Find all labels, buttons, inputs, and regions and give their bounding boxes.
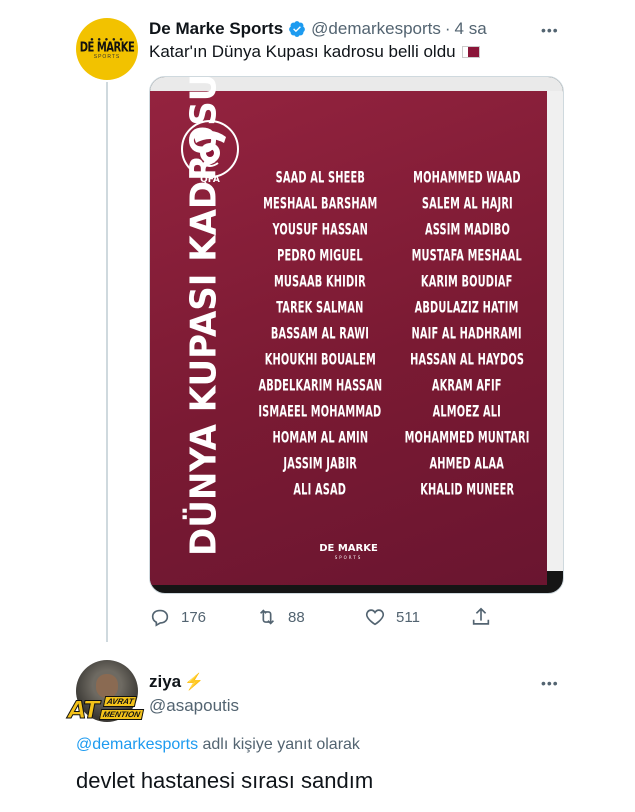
reply-mention-link[interactable]: @demarkesports	[76, 736, 198, 753]
poster-logo: DE MARKE SPORTS	[150, 543, 547, 560]
tweet-media-image[interactable]: QFA DÜNYA KUPASI KADROSU SAAD AL SHEEB M…	[149, 76, 564, 594]
player-name: ALI ASAD	[293, 480, 347, 500]
header-separator: ·	[444, 19, 451, 38]
reply-to-suffix: adlı kişiye yanıt olarak	[198, 736, 360, 753]
qatar-flag-icon	[461, 46, 480, 58]
player-name: KHALID MUNEER	[420, 480, 514, 500]
tweet-text-content: Katar'ın Dünya Kupası kadrosu belli oldu	[149, 42, 456, 61]
replying-to-line: @demarkesports adlı kişiye yanıt olarak	[76, 736, 360, 754]
share-icon	[472, 607, 490, 625]
squad-left-column: SAAD AL SHEEB MESHAAL BARSHAM YOUSUF HAS…	[240, 165, 400, 503]
tweet-actions: 176 88 511	[149, 604, 494, 630]
heart-icon	[365, 609, 385, 626]
thread-connector-line	[106, 82, 108, 642]
reply-text: devlet hastanesi sırası sandım	[76, 768, 374, 793]
badge-bottom-text: MENTION	[98, 709, 145, 720]
more-options-icon[interactable]: •••	[541, 22, 559, 38]
tweet-text: Katar'ın Dünya Kupası kadrosu belli oldu	[149, 42, 480, 62]
squad-right-column: MOHAMMED WAAD SALEM AL HAJRI ASSIM MADIB…	[387, 165, 547, 503]
poster-logo-sub: SPORTS	[334, 555, 363, 560]
retweet-icon	[259, 609, 275, 625]
squad-poster: QFA DÜNYA KUPASI KADROSU SAAD AL SHEEB M…	[150, 77, 547, 585]
badge-at-text: AT	[68, 696, 101, 725]
author-name[interactable]: De Marke Sports	[149, 19, 283, 39]
like-count: 511	[396, 608, 420, 626]
tweet-header: De Marke Sports @demarkesports · 4 sa	[149, 19, 487, 39]
reply-icon	[151, 609, 169, 627]
retweet-count: 88	[288, 608, 305, 626]
reply-author-name[interactable]: ziya	[149, 672, 181, 692]
media-right-band	[547, 91, 563, 571]
reply-more-options-icon[interactable]: •••	[541, 675, 559, 691]
verified-badge-icon	[289, 21, 306, 37]
retweet-button[interactable]: 88	[256, 606, 305, 628]
poster-logo-text: DE MARKE	[319, 543, 378, 554]
author-handle[interactable]: @demarkesports	[311, 19, 441, 39]
share-button[interactable]	[470, 606, 502, 628]
badge-top-text: AVRAT	[102, 696, 138, 707]
reply-header: ziya ⚡	[149, 672, 204, 692]
avatar-brand-text: DE MARKE	[79, 41, 135, 56]
reply-count: 176	[181, 608, 207, 626]
vertical-title: DÜNYA KUPASI KADROSU	[183, 77, 225, 556]
tweet-timestamp[interactable]: 4 sa	[455, 19, 487, 39]
like-button[interactable]: 511	[364, 606, 420, 628]
author-avatar[interactable]: ● ● ● ● ● DE MARKE SPORTS	[76, 18, 138, 80]
reply-button[interactable]: 176	[149, 606, 206, 628]
lightning-icon: ⚡	[184, 674, 205, 691]
reply-author-handle[interactable]: @asapoutis	[149, 696, 239, 716]
vertical-title-text: DÜNYA KUPASI KADROSU	[183, 76, 225, 556]
avatar-badge-logo: AT AVRAT MENTION	[68, 694, 148, 725]
